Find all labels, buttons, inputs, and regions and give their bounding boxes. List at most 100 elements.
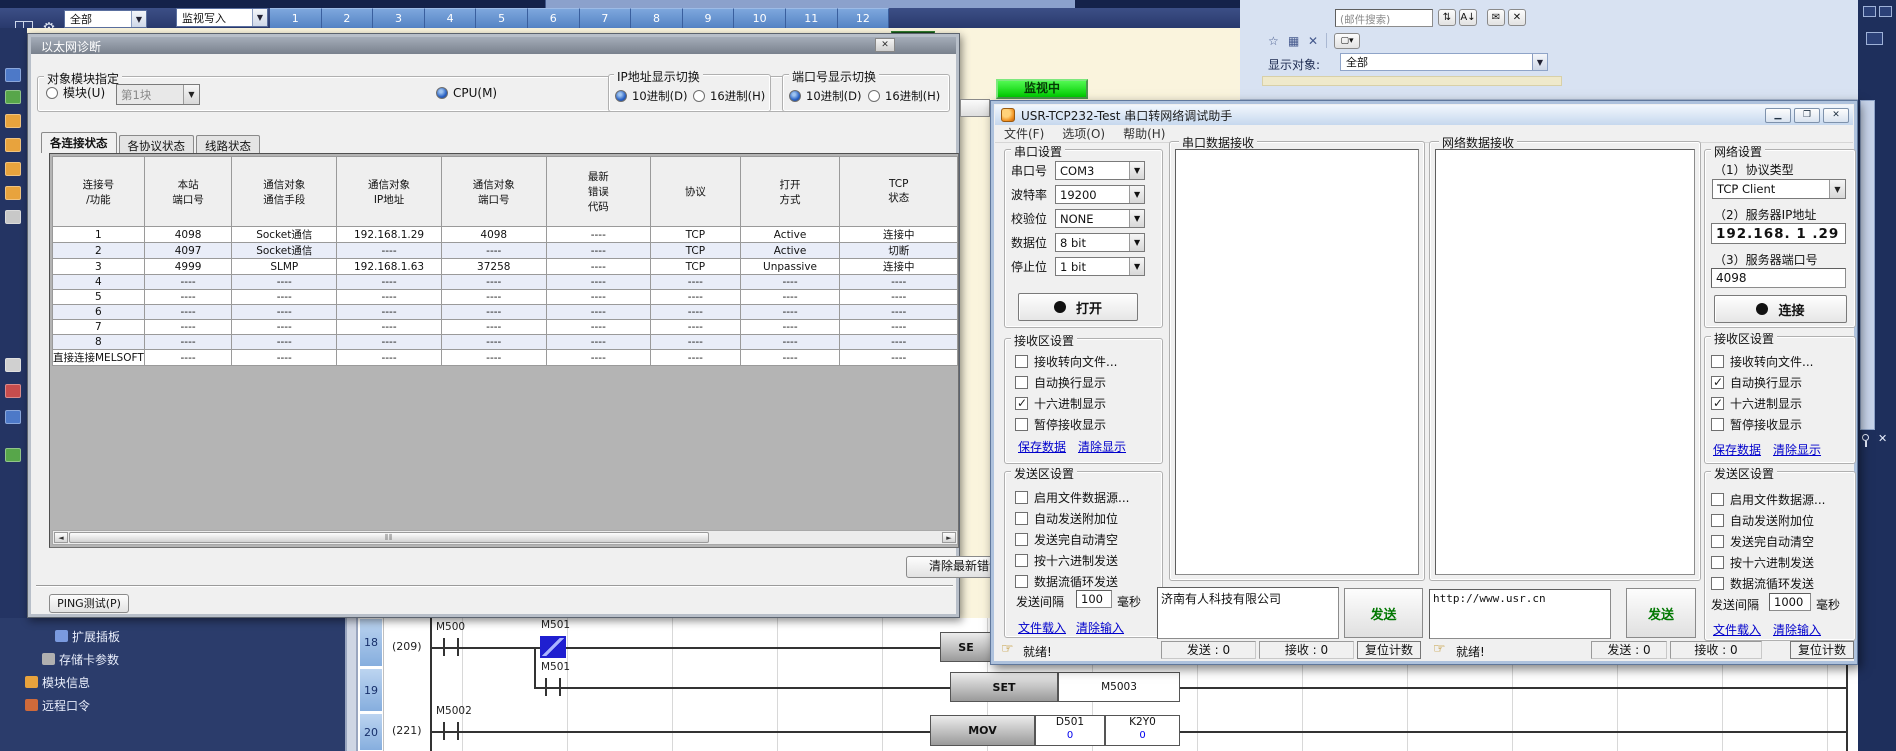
- window-icon[interactable]: [1863, 6, 1876, 17]
- mail-search-input[interactable]: (邮件搜索): [1335, 9, 1433, 27]
- open-serial-button[interactable]: 打开: [1018, 293, 1138, 321]
- close-icon[interactable]: ✕: [1823, 108, 1849, 123]
- table-row[interactable]: 6--------------------------------: [53, 305, 958, 320]
- vertical-scrollbar[interactable]: [1860, 100, 1875, 430]
- close-icon[interactable]: ✕: [1508, 9, 1526, 26]
- net-send-button[interactable]: 发送: [1626, 588, 1696, 638]
- pane-splitter[interactable]: [345, 618, 358, 751]
- tree-node-icon[interactable]: [5, 90, 21, 104]
- tree-node-icon[interactable]: [5, 384, 21, 398]
- window-icon[interactable]: [1879, 6, 1892, 17]
- favor-star-icon[interactable]: ☆: [1268, 34, 1279, 48]
- ip-hex-radio[interactable]: 16进制(H): [693, 88, 765, 104]
- checkbox-icon[interactable]: [1015, 554, 1028, 567]
- serial-dropdown-4[interactable]: 1 bit▼: [1055, 257, 1145, 276]
- tree-node-icon[interactable]: [5, 68, 21, 82]
- serial-dropdown-2[interactable]: NONE▼: [1055, 209, 1145, 228]
- tab-各连接状态[interactable]: 各连接状态: [41, 132, 117, 153]
- checkbox-row[interactable]: 十六进制显示: [1015, 395, 1106, 412]
- serial-interval-input[interactable]: 100: [1076, 590, 1112, 608]
- net-recv-area[interactable]: [1435, 149, 1695, 575]
- serial-dropdown-0[interactable]: COM3▼: [1055, 161, 1145, 180]
- scrollbar-thumb[interactable]: ⦀⦀: [69, 532, 709, 543]
- monitor-write-dropdown[interactable]: 监视写入 ▼: [176, 8, 268, 27]
- chevron-down-icon[interactable]: ▼: [252, 9, 267, 26]
- chevron-down-icon[interactable]: ▼: [1532, 54, 1547, 70]
- row-number[interactable]: 19: [359, 668, 383, 712]
- contact-symbol[interactable]: [438, 721, 464, 741]
- chevron-down-icon[interactable]: ▼: [1129, 210, 1144, 227]
- ladder-column-1[interactable]: 1: [270, 8, 322, 28]
- checkbox-row[interactable]: 发送完自动清空: [1015, 531, 1118, 548]
- checkbox-row[interactable]: 自动发送附加位: [1015, 510, 1118, 527]
- module-radio-row[interactable]: 模块(U): [46, 84, 105, 101]
- ladder-column-9[interactable]: 9: [683, 8, 735, 28]
- partial-button[interactable]: [960, 99, 990, 117]
- instruction-box[interactable]: MOV: [930, 715, 1035, 746]
- layout-dropdown-icon[interactable]: ▢▾: [1334, 33, 1360, 49]
- checkbox-row[interactable]: 启用文件数据源...: [1015, 489, 1129, 506]
- checkbox-icon[interactable]: [1015, 355, 1028, 368]
- net-send-input[interactable]: http://www.usr.cn: [1429, 589, 1611, 639]
- module-number-dropdown[interactable]: 第1块 ▼: [116, 84, 200, 105]
- sort-icon[interactable]: ⇅: [1438, 9, 1456, 26]
- sidebar-item-3[interactable]: 远程口令: [42, 697, 90, 714]
- checkbox-row[interactable]: 按十六进制发送: [1711, 554, 1814, 571]
- minimize-icon[interactable]: ▁: [1765, 108, 1791, 123]
- window-title-bar[interactable]: USR-TCP232-Test 串口转网络调试助手 ▁ ❐ ✕: [995, 105, 1853, 125]
- scroll-right-icon[interactable]: ►: [942, 532, 956, 543]
- table-row[interactable]: 5--------------------------------: [53, 290, 958, 305]
- operand-box[interactable]: D501 0: [1035, 715, 1105, 746]
- ladder-column-12[interactable]: 12: [838, 8, 890, 28]
- ladder-column-2[interactable]: 2: [322, 8, 374, 28]
- ladder-column-8[interactable]: 8: [631, 8, 683, 28]
- checkbox-icon[interactable]: [1015, 376, 1028, 389]
- display-target-dropdown[interactable]: 全部 ▼: [1340, 53, 1548, 71]
- serial-recv-area[interactable]: [1175, 149, 1419, 575]
- serial-send-button[interactable]: 发送: [1344, 588, 1423, 638]
- menu-帮助(H)[interactable]: 帮助(H): [1114, 124, 1174, 143]
- close-icon[interactable]: ✕: [1878, 432, 1887, 445]
- checkbox-icon[interactable]: [1711, 397, 1724, 410]
- operand-box[interactable]: M5003: [1058, 672, 1180, 702]
- server-ip-input[interactable]: 192.168. 1 .29: [1711, 223, 1846, 244]
- tree-node-icon[interactable]: [5, 186, 21, 200]
- sidebar-item-1[interactable]: 存储卡参数: [59, 651, 119, 668]
- ladder-column-10[interactable]: 10: [734, 8, 786, 28]
- scroll-left-icon[interactable]: ◄: [54, 532, 68, 543]
- checkbox-row[interactable]: 自动换行显示: [1711, 374, 1802, 391]
- radio-icon[interactable]: [436, 87, 448, 99]
- checkbox-icon[interactable]: [1711, 577, 1724, 590]
- clear-display-link[interactable]: 清除显示: [1078, 438, 1126, 455]
- checkbox-icon[interactable]: [1015, 418, 1028, 431]
- save-data-link[interactable]: 保存数据: [1018, 438, 1066, 455]
- operand-box[interactable]: K2Y0 0: [1105, 715, 1180, 746]
- checkbox-icon[interactable]: [1711, 556, 1724, 569]
- ladder-column-3[interactable]: 3: [373, 8, 425, 28]
- instruction-box[interactable]: SE: [940, 632, 992, 662]
- chevron-down-icon[interactable]: ▼: [183, 85, 199, 104]
- ladder-column-6[interactable]: 6: [528, 8, 580, 28]
- find-icon[interactable]: A↓: [1459, 9, 1477, 26]
- panel-icon[interactable]: [1866, 32, 1883, 45]
- ping-test-button[interactable]: PING测试(P): [49, 594, 129, 613]
- checkbox-row[interactable]: 自动发送附加位: [1711, 512, 1814, 529]
- horizontal-scrollbar[interactable]: ◄ ⦀⦀ ►: [52, 530, 958, 545]
- save-data-link[interactable]: 保存数据: [1713, 441, 1761, 458]
- radio-icon[interactable]: [693, 90, 705, 102]
- chevron-down-icon[interactable]: ▼: [131, 11, 146, 27]
- image-icon[interactable]: ▦: [1288, 34, 1299, 48]
- checkbox-row[interactable]: 暂停接收显示: [1015, 416, 1106, 433]
- chevron-down-icon[interactable]: ▼: [1129, 186, 1144, 203]
- checkbox-row[interactable]: 自动换行显示: [1015, 374, 1106, 391]
- radio-icon[interactable]: [46, 87, 58, 99]
- tree-node-icon[interactable]: [5, 114, 21, 128]
- checkbox-icon[interactable]: [1711, 535, 1724, 548]
- tree-node-icon[interactable]: [5, 410, 21, 424]
- close-icon[interactable]: ✕: [875, 38, 895, 52]
- checkbox-icon[interactable]: [1015, 491, 1028, 504]
- row-number[interactable]: 20: [359, 713, 383, 751]
- menu-文件(F)[interactable]: 文件(F): [995, 124, 1053, 143]
- table-row[interactable]: 直接连接MELSOFT-----------------------------…: [53, 350, 958, 366]
- net-reset-count-button[interactable]: 复位计数: [1790, 641, 1854, 659]
